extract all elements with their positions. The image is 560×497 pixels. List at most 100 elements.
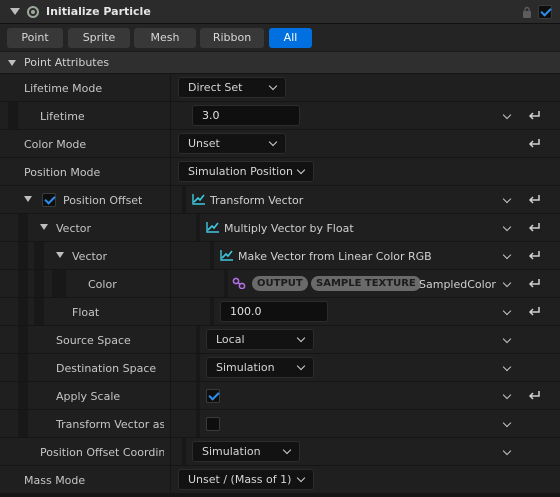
row-position-mode: Position Mode Simulation Position <box>0 158 560 186</box>
chevron-down-icon[interactable] <box>502 250 512 260</box>
chevron-down-icon[interactable] <box>502 110 512 120</box>
reset-arrow-icon[interactable] <box>527 193 541 205</box>
chevron-down-icon[interactable] <box>502 334 512 344</box>
chevron-down-icon[interactable] <box>502 306 512 316</box>
row-float: Float 100.0 <box>0 298 560 326</box>
row-transform-vector-as: Transform Vector as <box>0 410 560 438</box>
dynamic-input-name[interactable]: Multiply Vector by Float <box>224 222 354 235</box>
property-label: Vector <box>56 222 92 235</box>
apply-scale-checkbox[interactable] <box>206 389 220 403</box>
row-vector-nested: Vector Make Vector from Linear Color RGB <box>0 242 560 270</box>
collapse-triangle-icon[interactable] <box>40 224 48 230</box>
row-lifetime: Lifetime 3.0 <box>0 102 560 130</box>
reset-arrow-icon[interactable] <box>527 389 541 401</box>
dropdown-value: Unset / (Mass of 1) <box>188 473 292 486</box>
reset-arrow-icon[interactable] <box>527 137 541 149</box>
reset-arrow-icon[interactable] <box>527 249 541 261</box>
chevron-down-icon[interactable] <box>502 194 512 204</box>
dropdown-value: Simulation <box>216 361 275 374</box>
collapse-triangle-icon[interactable] <box>24 196 32 202</box>
row-position-offset: Position Offset Transform Vector <box>0 186 560 214</box>
reset-arrow-icon[interactable] <box>527 305 541 317</box>
position-offset-coordinate-dropdown[interactable]: Simulation <box>192 441 300 462</box>
reset-arrow-icon[interactable] <box>527 109 541 121</box>
destination-space-dropdown[interactable]: Simulation <box>206 357 314 378</box>
lock-icon[interactable] <box>522 6 532 18</box>
output-namespace-pill: OUTPUT <box>252 276 308 291</box>
dynamic-input-name[interactable]: Transform Vector <box>210 194 303 207</box>
position-offset-checkbox[interactable] <box>42 193 56 207</box>
row-source-space: Source Space Local <box>0 326 560 354</box>
chevron-down-icon <box>268 81 278 91</box>
filter-tab-bar: Point Sprite Mesh Ribbon All <box>0 24 560 51</box>
transform-vector-as-checkbox[interactable] <box>206 417 220 431</box>
row-mass-mode: Mass Mode Unset / (Mass of 1) <box>0 466 560 494</box>
row-vector: Vector Multiply Vector by Float <box>0 214 560 242</box>
reset-arrow-icon[interactable] <box>527 277 541 289</box>
source-space-dropdown[interactable]: Local <box>206 329 314 350</box>
chevron-down-icon[interactable] <box>502 278 512 288</box>
property-label: Transform Vector as <box>56 418 164 431</box>
property-label: Destination Space <box>56 362 157 375</box>
chevron-down-icon[interactable] <box>502 222 512 232</box>
reset-arrow-icon[interactable] <box>527 221 541 233</box>
lifetime-mode-dropdown[interactable]: Direct Set <box>178 77 286 98</box>
property-label: Position Offset <box>63 194 143 207</box>
sample-texture-pill: SAMPLE TEXTURE <box>311 276 421 291</box>
collapse-triangle-icon[interactable] <box>8 60 16 66</box>
dropdown-value: Unset <box>188 137 220 150</box>
dropdown-value: Simulation Position <box>188 165 293 178</box>
graph-icon <box>206 222 219 233</box>
mass-mode-dropdown[interactable]: Unset / (Mass of 1) <box>178 469 314 490</box>
position-mode-dropdown[interactable]: Simulation Position <box>178 161 314 182</box>
tab-sprite[interactable]: Sprite <box>68 28 130 48</box>
section-point-attributes[interactable]: Point Attributes <box>0 51 560 73</box>
property-label: Position Offset Coordina <box>40 446 164 459</box>
float-input[interactable]: 100.0 <box>220 301 328 322</box>
chevron-down-icon[interactable] <box>502 390 512 400</box>
property-label: Color <box>88 278 117 291</box>
linked-parameter-name[interactable]: SampledColor <box>419 278 496 291</box>
row-apply-scale: Apply Scale <box>0 382 560 410</box>
graph-icon <box>220 250 233 261</box>
dynamic-input-name[interactable]: Make Vector from Linear Color RGB <box>238 250 432 263</box>
property-label: Source Space <box>56 334 131 347</box>
collapse-triangle-icon[interactable] <box>56 252 64 258</box>
row-color-mode: Color Mode Unset <box>0 130 560 158</box>
row-destination-space: Destination Space Simulation <box>0 354 560 382</box>
row-lifetime-mode: Lifetime Mode Direct Set <box>0 74 560 102</box>
chevron-down-icon <box>282 445 292 455</box>
lifetime-input[interactable]: 3.0 <box>192 105 300 126</box>
tab-ribbon[interactable]: Ribbon <box>200 28 264 48</box>
chevron-down-icon[interactable] <box>502 446 512 456</box>
dropdown-value: Local <box>216 333 245 346</box>
property-label: Color Mode <box>24 138 87 151</box>
module-enabled-checkbox[interactable] <box>538 5 552 19</box>
chevron-down-icon[interactable] <box>502 362 512 372</box>
graph-icon <box>192 194 205 205</box>
chevron-down-icon <box>296 473 306 483</box>
dropdown-value: Direct Set <box>188 81 243 94</box>
tab-mesh[interactable]: Mesh <box>134 28 196 48</box>
module-header: Initialize Particle <box>0 0 560 24</box>
collapse-triangle-icon[interactable] <box>10 8 20 15</box>
property-label: Apply Scale <box>56 390 121 403</box>
property-label: Lifetime <box>40 110 85 123</box>
chevron-down-icon <box>296 165 306 175</box>
chevron-down-icon[interactable] <box>502 418 512 428</box>
dropdown-value: Simulation <box>202 445 261 458</box>
row-position-offset-coordinate: Position Offset Coordina Simulation <box>0 438 560 466</box>
tab-point[interactable]: Point <box>7 28 63 48</box>
property-label: Mass Mode <box>24 474 86 487</box>
link-icon <box>232 277 246 289</box>
module-title: Initialize Particle <box>46 5 151 18</box>
chevron-down-icon <box>296 361 306 371</box>
property-label: Lifetime Mode <box>24 82 103 95</box>
property-label: Vector <box>72 250 108 263</box>
tab-all[interactable]: All <box>269 28 312 48</box>
chevron-down-icon <box>296 333 306 343</box>
property-label: Position Mode <box>24 166 101 179</box>
enable-circle-icon[interactable] <box>27 6 39 18</box>
section-title: Point Attributes <box>24 56 110 69</box>
color-mode-dropdown[interactable]: Unset <box>178 133 286 154</box>
